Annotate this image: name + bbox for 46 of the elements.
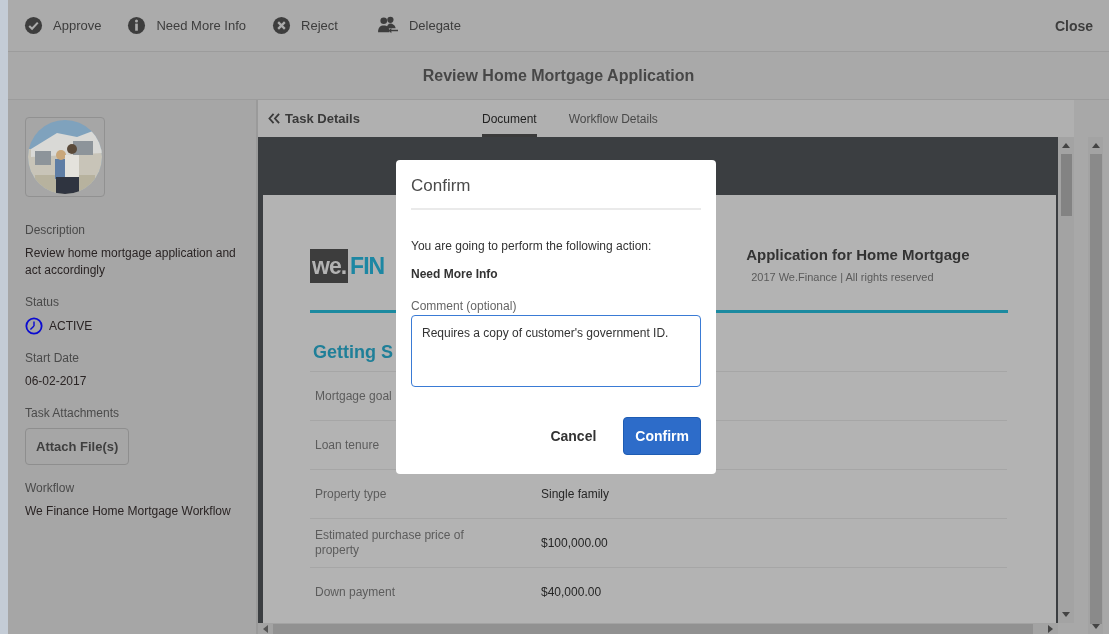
field-value: 06-02-2017 <box>25 373 87 390</box>
toolbar-action[interactable]: Reject <box>272 14 338 37</box>
cancel-button[interactable]: Cancel <box>543 418 604 454</box>
row-label: Down payment <box>315 584 397 600</box>
row-label: Mortgage goal <box>315 388 393 404</box>
row-label: Estimated purchase price of property <box>315 528 465 558</box>
action-name: Need More Info <box>411 267 499 281</box>
window-title: Review Home Mortgage Application <box>422 66 695 85</box>
close-button[interactable]: Close <box>1054 17 1093 34</box>
tab[interactable]: Workflow Details <box>568 100 658 137</box>
checkmark-circle-icon <box>24 16 43 35</box>
field-label: Task Attachments <box>25 406 120 420</box>
close-circle-icon <box>272 16 292 35</box>
dialog-message: You are going to perform the following action: <box>411 239 653 253</box>
scrollbar[interactable] <box>1058 137 1074 623</box>
document-title: Application for Home Mortgage <box>746 246 970 263</box>
clock-icon <box>25 317 43 335</box>
field-label: Description <box>25 223 86 237</box>
comment-field[interactable]: Requires a copy of customer's government ID. <box>411 315 701 387</box>
status-text: ACTIVE <box>49 317 93 335</box>
toolbar-action[interactable]: Approve <box>24 14 102 37</box>
logo: we. FIN <box>310 249 385 283</box>
field-value: We Finance Home Mortgage Workflow <box>25 503 231 520</box>
toolbar-action[interactable]: Delegate <box>377 14 461 37</box>
row-label: Loan tenure <box>315 437 381 453</box>
scrollbar[interactable] <box>1088 137 1103 634</box>
task-details-link[interactable]: Task Details <box>268 111 482 126</box>
field-label: Start Date <box>25 351 80 365</box>
row-label: Property type <box>315 486 388 502</box>
field-value: Review home mortgage application and act accordingly <box>25 245 237 279</box>
row-value: $100,000.00 <box>541 536 608 550</box>
toolbar-action[interactable]: Need More Info <box>127 14 247 37</box>
scrollbar[interactable] <box>258 623 1058 634</box>
attach-files-button[interactable]: Attach File(s) <box>25 428 130 465</box>
field-label: Status <box>25 295 60 309</box>
confirm-button[interactable]: Confirm <box>623 417 701 455</box>
row-value: $40,000.00 <box>541 585 602 599</box>
info-icon <box>127 16 147 35</box>
copyright-text: 2017 We.Finance | All rights reserved <box>751 271 935 283</box>
double-chevron-icon <box>268 113 281 124</box>
field-label: Workflow <box>25 481 75 495</box>
section-heading: Getting S <box>313 342 393 363</box>
row-value: Single family <box>541 487 610 501</box>
people-icon <box>377 16 399 35</box>
dialog-title: Confirm <box>411 160 701 210</box>
comment-label: Comment (optional) <box>411 299 518 313</box>
